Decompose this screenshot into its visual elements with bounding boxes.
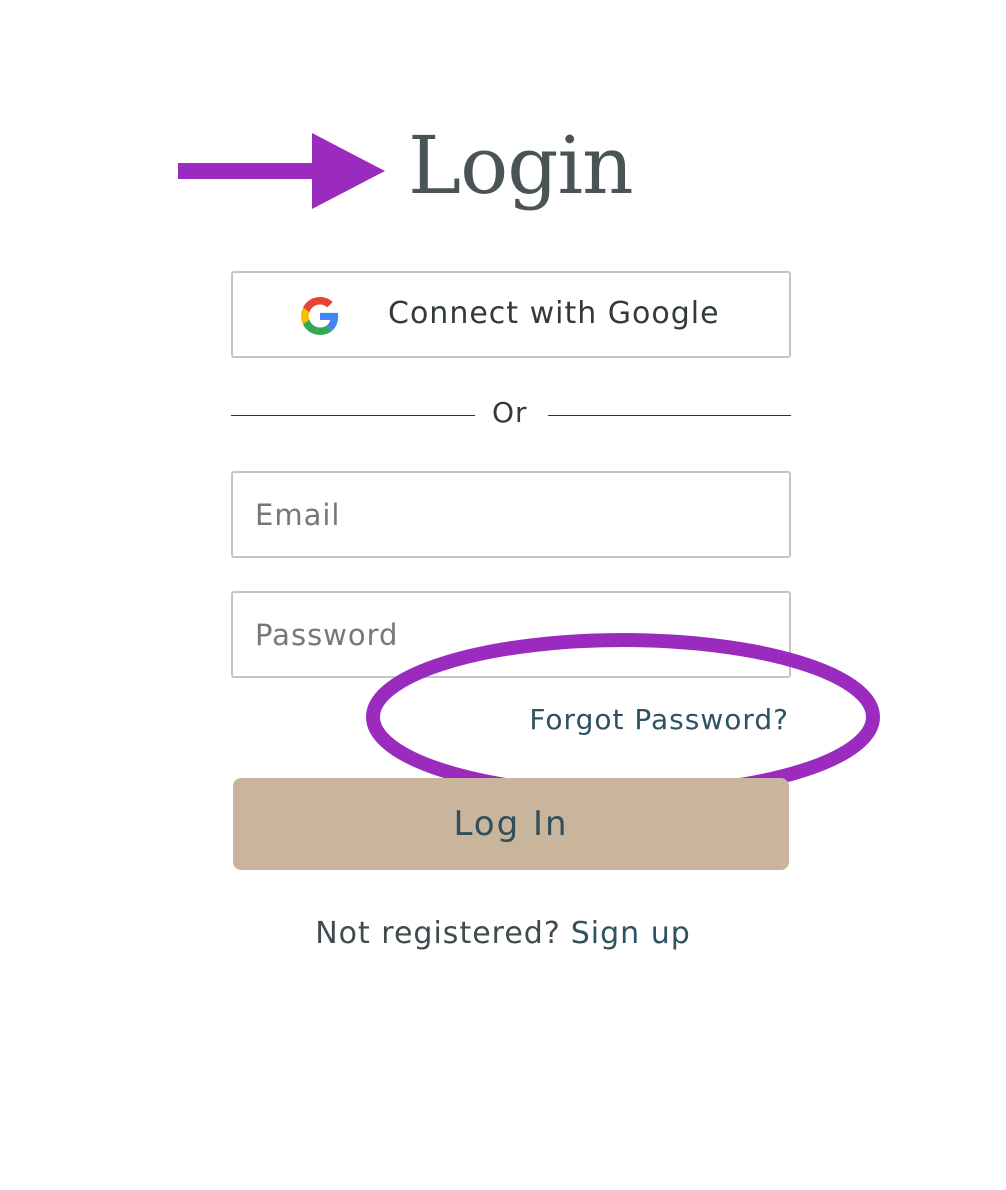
email-field[interactable] [231, 471, 791, 558]
page-title: Login [408, 119, 634, 212]
connect-google-label: Connect with Google [388, 296, 720, 331]
forgot-password-link[interactable]: Forgot Password? [529, 702, 789, 738]
divider-line-left [231, 415, 475, 416]
divider-line-right [548, 415, 791, 416]
connect-google-button[interactable]: Connect with Google [231, 271, 791, 358]
password-field[interactable] [231, 591, 791, 678]
signup-prompt: Not registered? [315, 916, 561, 951]
right-arrow-icon [178, 133, 385, 209]
google-icon [301, 297, 339, 335]
divider-label: Or [492, 396, 528, 429]
signup-row: Not registered? Sign up [0, 914, 1006, 954]
sign-up-link[interactable]: Sign up [571, 916, 691, 951]
log-in-button[interactable]: Log In [233, 778, 789, 870]
